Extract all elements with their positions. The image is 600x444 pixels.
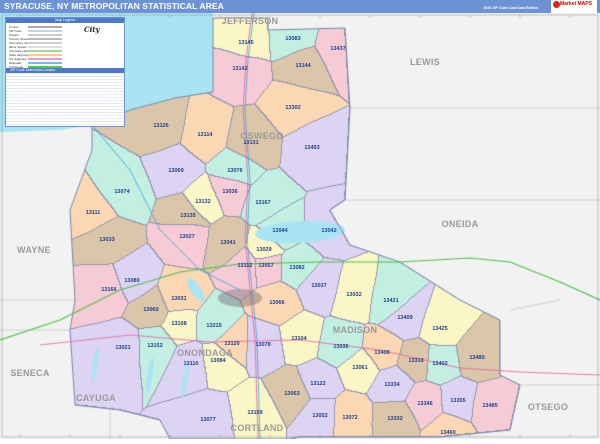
legend-swatch <box>28 26 62 28</box>
zip-label-13044[interactable]: 13044 <box>272 228 288 234</box>
zip-label-13421[interactable]: 13421 <box>383 298 398 304</box>
zip-label-13126[interactable]: 13126 <box>153 123 168 129</box>
zip-label-13078[interactable]: 13078 <box>255 342 270 348</box>
zip-label-13074[interactable]: 13074 <box>114 189 130 195</box>
zip-label-13302[interactable]: 13302 <box>285 105 300 111</box>
zip-label-13142[interactable]: 13142 <box>232 66 247 72</box>
zip-label-13332[interactable]: 13332 <box>387 416 402 422</box>
zip-label-13036[interactable]: 13036 <box>222 189 237 195</box>
zip-label-13334[interactable]: 13334 <box>384 382 400 388</box>
zip-label-13460[interactable]: 13460 <box>440 430 455 436</box>
zip-label-13437[interactable]: 13437 <box>330 46 345 52</box>
zip-label-13032[interactable]: 13032 <box>346 292 361 298</box>
zip-label-13131[interactable]: 13131 <box>243 140 258 146</box>
zip-label-13066[interactable]: 13066 <box>269 300 284 306</box>
zip-label-13112[interactable]: 13112 <box>238 263 253 269</box>
zip-label-13122[interactable]: 13122 <box>310 381 325 387</box>
zip-label-13167[interactable]: 13167 <box>255 200 270 206</box>
edition-label: 2020 ZIP Code ColorCast Edition <box>483 6 538 10</box>
legend-swatch <box>28 34 62 36</box>
zip-label-13493[interactable]: 13493 <box>304 145 319 151</box>
county-label-oneida: ONEIDA <box>442 219 479 229</box>
zip-label-13114[interactable]: 13114 <box>198 132 214 138</box>
zip-label-13110[interactable]: 13110 <box>184 361 199 367</box>
zip-index-title: ZIP Code Index/Area Locator <box>6 68 124 73</box>
zip-label-13082[interactable]: 13082 <box>289 265 304 271</box>
zip-label-13132[interactable]: 13132 <box>195 199 210 205</box>
legend-swatch <box>28 30 62 32</box>
zip-label-13084[interactable]: 13084 <box>210 358 226 364</box>
county-label-jefferson: JEFFERSON <box>222 16 279 26</box>
county-label-cortland: CORTLAND <box>231 423 284 433</box>
zip-index-table: ZIP Code Index/Area Locator <box>6 68 124 126</box>
zip-label-13057[interactable]: 13057 <box>258 263 273 269</box>
map-title: SYRACUSE, NY METROPOLITAN STATISTICAL AR… <box>4 1 224 11</box>
publisher-logo: Market MAPS <box>551 0 597 13</box>
legend-swatch <box>28 42 62 44</box>
map-legend: Map Legend City ZIP Code Index/Area Loca… <box>5 17 125 127</box>
zip-label-13041[interactable]: 13041 <box>220 240 235 246</box>
zip-label-13033[interactable]: 13033 <box>99 237 114 243</box>
county-label-madison: MADISON <box>333 325 378 335</box>
legend-swatch <box>28 50 62 52</box>
zip-label-13080[interactable]: 13080 <box>124 278 139 284</box>
zip-label-13310[interactable]: 13310 <box>408 358 423 364</box>
legend-city-label: City <box>84 25 100 34</box>
zip-label-13061[interactable]: 13061 <box>352 365 367 371</box>
zip-label-13035[interactable]: 13035 <box>333 344 348 350</box>
county-label-onondaga: ONONDAGA <box>177 348 233 358</box>
zip-label-13425[interactable]: 13425 <box>432 326 447 332</box>
zip-label-13485[interactable]: 13485 <box>482 403 497 409</box>
zip-label-13144[interactable]: 13144 <box>295 63 311 69</box>
zip-label-13076[interactable]: 13076 <box>227 168 242 174</box>
zip-label-13409[interactable]: 13409 <box>397 315 412 321</box>
legend-swatch <box>28 38 62 40</box>
zip-label-13072[interactable]: 13072 <box>342 415 357 421</box>
logo-globe-icon <box>553 1 560 8</box>
county-label-wayne: WAYNE <box>17 245 51 255</box>
zip-label-13215[interactable]: 13215 <box>206 323 221 329</box>
zip-label-13027[interactable]: 13027 <box>179 234 194 240</box>
zip-label-13052[interactable]: 13052 <box>312 413 327 419</box>
county-label-otsego: OTSEGO <box>528 402 568 412</box>
zip-label-13029[interactable]: 13029 <box>256 247 271 253</box>
zip-label-13069[interactable]: 13069 <box>168 168 183 174</box>
zip-label-13480[interactable]: 13480 <box>469 355 484 361</box>
legend-swatch <box>28 46 62 48</box>
zip-label-13402[interactable]: 13402 <box>432 361 447 367</box>
county-label-lewis: LEWIS <box>410 57 440 67</box>
zip-label-13145[interactable]: 13145 <box>238 40 253 46</box>
legend-item-label: Toll Roads <box>9 65 24 69</box>
title-bar: SYRACUSE, NY METROPOLITAN STATISTICAL AR… <box>0 0 600 13</box>
legend-title: Map Legend <box>6 18 124 23</box>
zip-label-13021[interactable]: 13021 <box>115 345 130 351</box>
zip-label-13083[interactable]: 13083 <box>285 36 300 42</box>
zip-label-13042[interactable]: 13042 <box>321 228 336 234</box>
zip-label-13060[interactable]: 13060 <box>143 307 158 313</box>
zip-label-13063[interactable]: 13063 <box>284 391 299 397</box>
legend-swatch <box>28 66 62 68</box>
county-label-seneca: SENECA <box>10 368 50 378</box>
county-label-cayuga: CAYUGA <box>76 393 116 403</box>
zip-label-13408[interactable]: 13408 <box>374 350 389 356</box>
zip-label-13166[interactable]: 13166 <box>101 287 116 293</box>
zip-label-13108[interactable]: 13108 <box>171 321 186 327</box>
zip-label-13031[interactable]: 13031 <box>171 296 186 302</box>
zip-label-13077[interactable]: 13077 <box>200 417 215 423</box>
zip-label-13111[interactable]: 13111 <box>86 210 101 216</box>
legend-swatch <box>28 58 62 60</box>
zip-label-13104[interactable]: 13104 <box>291 336 307 342</box>
zip-label-13346[interactable]: 13346 <box>417 401 432 407</box>
legend-swatch <box>28 54 62 56</box>
zip-label-13355[interactable]: 13355 <box>450 398 465 404</box>
zip-label-13120[interactable]: 13120 <box>224 341 239 347</box>
zip-label-13037[interactable]: 13037 <box>311 283 326 289</box>
logo-text: Market MAPS <box>560 1 592 7</box>
zip-label-13135[interactable]: 13135 <box>180 213 195 219</box>
zip-label-13152[interactable]: 13152 <box>147 343 162 349</box>
zip-label-13159[interactable]: 13159 <box>247 410 262 416</box>
legend-swatch <box>28 62 62 64</box>
